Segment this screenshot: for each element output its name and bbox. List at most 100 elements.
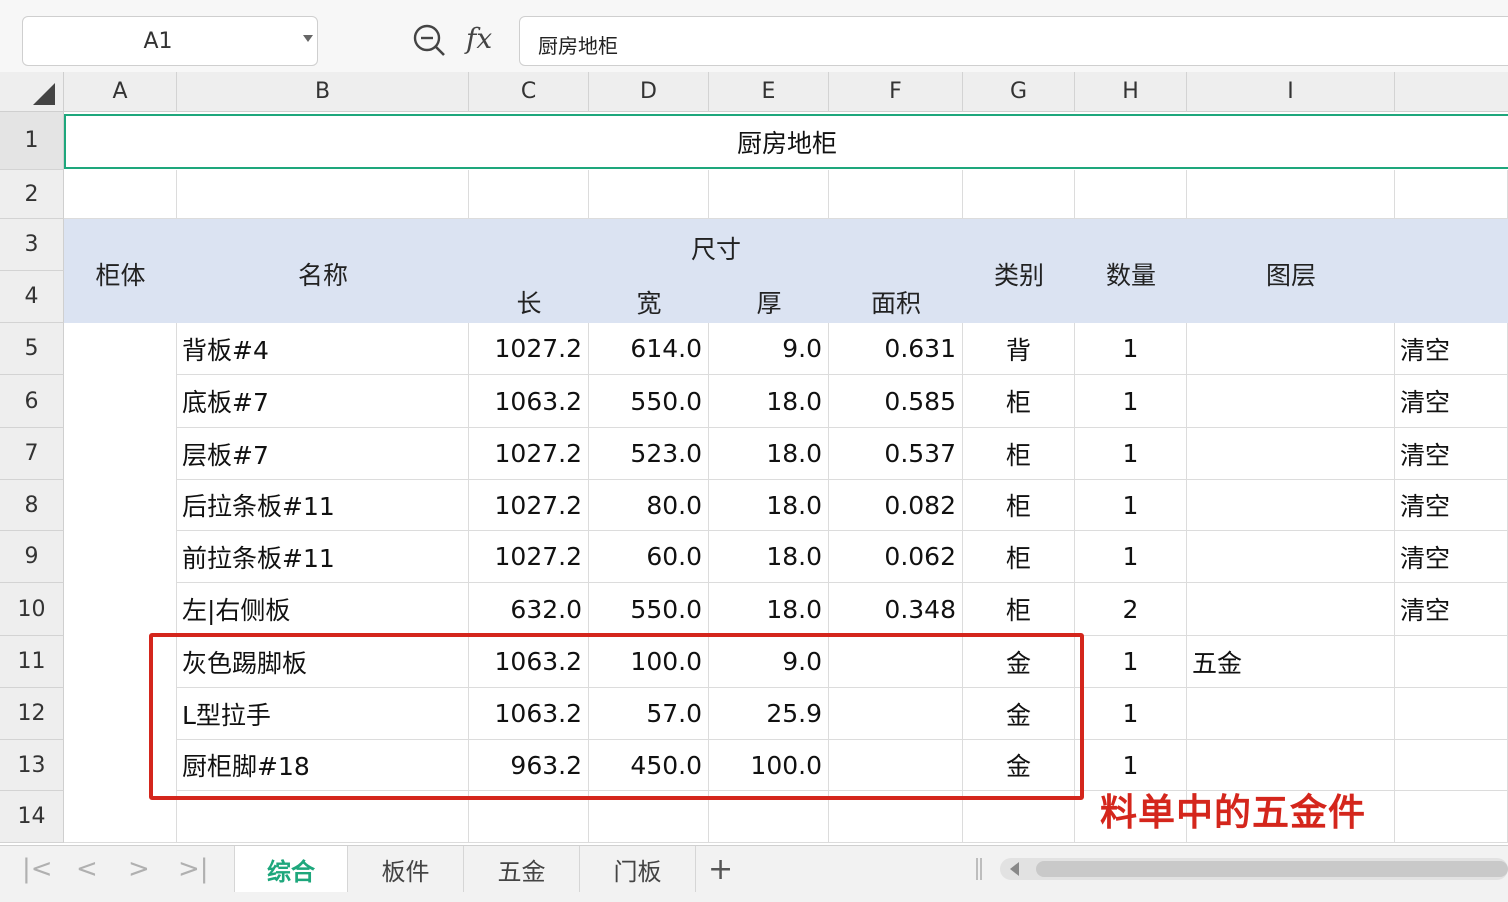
column-header-g[interactable]: G: [963, 72, 1075, 112]
table-cell-area[interactable]: 0.348: [829, 583, 963, 636]
table-cell-length[interactable]: 632.0: [469, 583, 589, 636]
table-cell-layer[interactable]: [1187, 583, 1395, 636]
table-cell-length[interactable]: 1027.2: [469, 323, 589, 375]
table-cell-area[interactable]: 0.062: [829, 531, 963, 583]
table-cell-thickness[interactable]: 18.0: [709, 375, 829, 428]
table-cell-category[interactable]: 背: [963, 323, 1075, 375]
table-cell-length[interactable]: 1027.2: [469, 480, 589, 531]
row-header-3[interactable]: 3: [0, 219, 64, 271]
empty-cell[interactable]: [1395, 791, 1508, 843]
table-cell-quantity[interactable]: 1: [1075, 375, 1187, 428]
row-header-10[interactable]: 10: [0, 583, 64, 636]
empty-cell[interactable]: [64, 170, 177, 219]
table-cell-area[interactable]: 0.537: [829, 428, 963, 480]
table-cell-length[interactable]: 1027.2: [469, 428, 589, 480]
table-cell-quantity[interactable]: 1: [1075, 323, 1187, 375]
table-cell-quantity[interactable]: 1: [1075, 636, 1187, 688]
tab-wujin[interactable]: 五金: [464, 846, 580, 892]
cabinet-cell[interactable]: [64, 428, 177, 480]
column-header-c[interactable]: C: [469, 72, 589, 112]
tab-menban[interactable]: 门板: [580, 846, 696, 892]
next-sheet-icon[interactable]: >: [128, 854, 150, 884]
zoom-icon[interactable]: [410, 22, 450, 58]
last-sheet-icon[interactable]: >|: [178, 854, 209, 884]
table-cell-extra[interactable]: [1395, 636, 1508, 688]
table-cell-layer[interactable]: [1187, 688, 1395, 740]
table-cell-layer[interactable]: [1187, 375, 1395, 428]
table-cell-name[interactable]: 底板#7: [177, 375, 469, 428]
scrollbar-thumb[interactable]: [1036, 861, 1508, 877]
empty-cell[interactable]: [469, 170, 589, 219]
tab-banjian[interactable]: 板件: [348, 846, 464, 892]
row-header-9[interactable]: 9: [0, 531, 64, 583]
table-cell-extra[interactable]: 清空: [1395, 583, 1508, 636]
table-cell-quantity[interactable]: 1: [1075, 428, 1187, 480]
cabinet-cell[interactable]: [64, 323, 177, 375]
add-sheet-button[interactable]: +: [708, 852, 733, 887]
select-all-corner[interactable]: [0, 72, 64, 112]
row-header-11[interactable]: 11: [0, 636, 64, 688]
table-cell-width[interactable]: 550.0: [589, 375, 709, 428]
row-header-4[interactable]: 4: [0, 271, 64, 323]
row-header-13[interactable]: 13: [0, 740, 64, 791]
table-cell-quantity[interactable]: 1: [1075, 688, 1187, 740]
first-sheet-icon[interactable]: |<: [22, 854, 53, 884]
table-cell-area[interactable]: 0.585: [829, 375, 963, 428]
row-header-7[interactable]: 7: [0, 428, 64, 480]
title-cell[interactable]: 厨房地柜: [64, 114, 1508, 169]
table-cell-extra[interactable]: 清空: [1395, 323, 1508, 375]
table-cell-name[interactable]: 层板#7: [177, 428, 469, 480]
table-cell-layer[interactable]: [1187, 480, 1395, 531]
table-cell-thickness[interactable]: 18.0: [709, 531, 829, 583]
table-cell-area[interactable]: 0.082: [829, 480, 963, 531]
column-header-i[interactable]: I: [1187, 72, 1395, 112]
prev-sheet-icon[interactable]: <: [76, 854, 98, 884]
empty-cell[interactable]: [1075, 170, 1187, 219]
table-cell-thickness[interactable]: 18.0: [709, 428, 829, 480]
table-cell-extra[interactable]: 清空: [1395, 531, 1508, 583]
table-cell-name[interactable]: 后拉条板#11: [177, 480, 469, 531]
empty-cell[interactable]: [709, 170, 829, 219]
table-cell-category[interactable]: 柜: [963, 531, 1075, 583]
table-cell-quantity[interactable]: 1: [1075, 531, 1187, 583]
table-cell-layer[interactable]: [1187, 323, 1395, 375]
table-cell-length[interactable]: 1063.2: [469, 375, 589, 428]
column-header-f[interactable]: F: [829, 72, 963, 112]
splitter-handle[interactable]: [976, 858, 982, 880]
table-cell-width[interactable]: 550.0: [589, 583, 709, 636]
empty-cell[interactable]: [177, 170, 469, 219]
table-cell-thickness[interactable]: 18.0: [709, 480, 829, 531]
table-cell-width[interactable]: 523.0: [589, 428, 709, 480]
table-cell-area[interactable]: 0.631: [829, 323, 963, 375]
table-cell-layer[interactable]: [1187, 531, 1395, 583]
table-cell-name[interactable]: 左|右侧板: [177, 583, 469, 636]
table-cell-thickness[interactable]: 9.0: [709, 323, 829, 375]
horizontal-scrollbar[interactable]: [1000, 858, 1508, 880]
row-header-2[interactable]: 2: [0, 170, 64, 219]
column-header-h[interactable]: H: [1075, 72, 1187, 112]
chevron-down-icon[interactable]: [303, 35, 313, 42]
empty-cell[interactable]: [589, 170, 709, 219]
empty-cell[interactable]: [829, 170, 963, 219]
cabinet-cell[interactable]: [64, 583, 177, 636]
column-header-d[interactable]: D: [589, 72, 709, 112]
empty-cell[interactable]: [1187, 170, 1395, 219]
function-icon[interactable]: fx: [466, 22, 492, 55]
row-header-14[interactable]: 14: [0, 791, 64, 843]
cabinet-cell[interactable]: [64, 531, 177, 583]
table-cell-name[interactable]: 前拉条板#11: [177, 531, 469, 583]
table-cell-name[interactable]: 背板#4: [177, 323, 469, 375]
table-cell-extra[interactable]: 清空: [1395, 480, 1508, 531]
table-cell-layer[interactable]: [1187, 428, 1395, 480]
column-header-b[interactable]: B: [177, 72, 469, 112]
formula-input[interactable]: 厨房地柜: [519, 16, 1508, 66]
table-cell-extra[interactable]: 清空: [1395, 375, 1508, 428]
cabinet-cell[interactable]: [64, 375, 177, 428]
table-cell-category[interactable]: 柜: [963, 480, 1075, 531]
column-header-e[interactable]: E: [709, 72, 829, 112]
table-cell-quantity[interactable]: 1: [1075, 480, 1187, 531]
table-cell-width[interactable]: 614.0: [589, 323, 709, 375]
table-cell-width[interactable]: 80.0: [589, 480, 709, 531]
table-cell-width[interactable]: 60.0: [589, 531, 709, 583]
table-cell-extra[interactable]: [1395, 688, 1508, 740]
